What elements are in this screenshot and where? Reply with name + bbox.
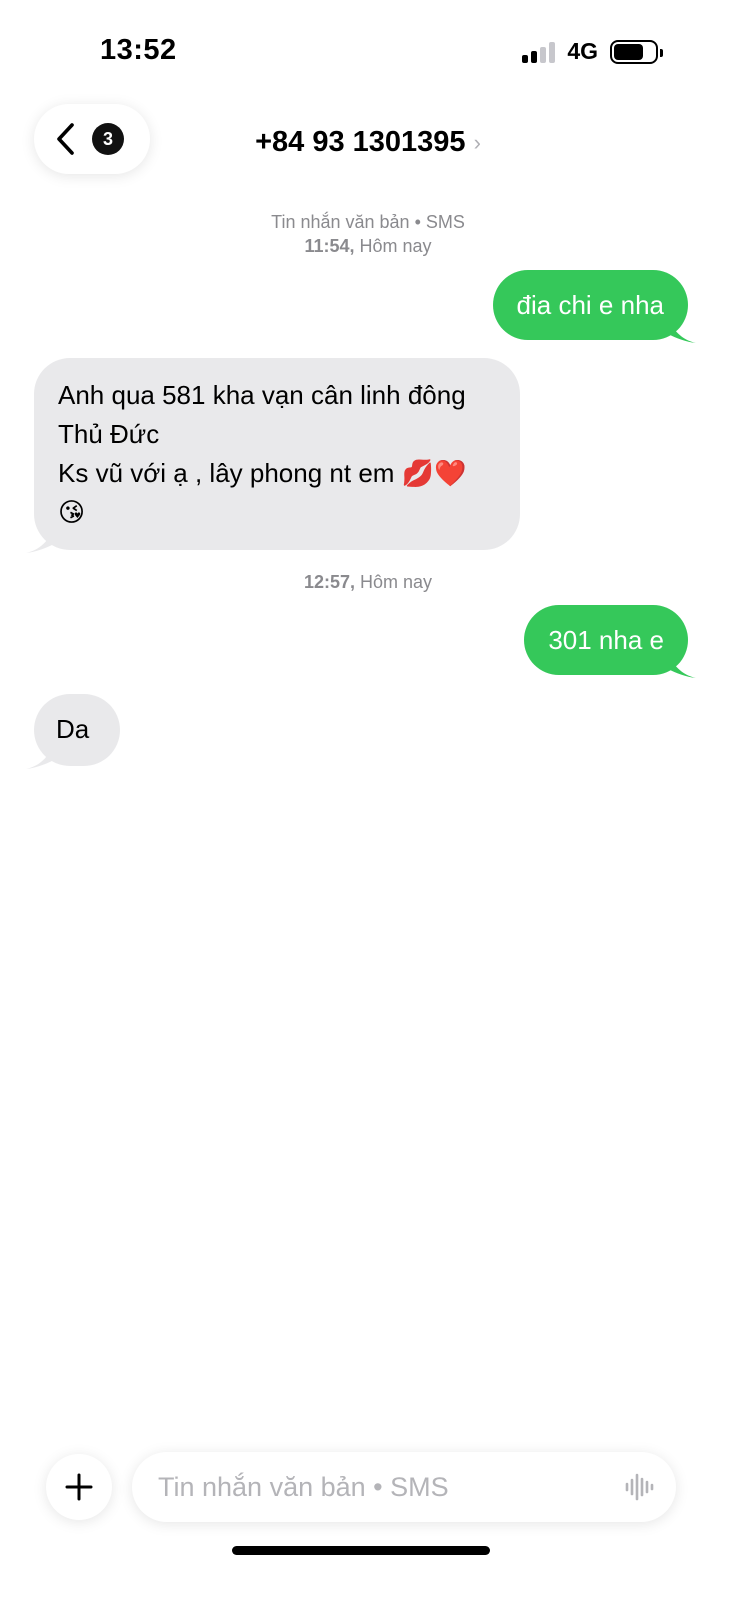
- plus-icon: [65, 1473, 93, 1501]
- bubble-tail: [26, 526, 54, 553]
- service-label: Tin nhắn văn bản • SMS: [271, 212, 465, 232]
- battery-icon: [610, 39, 663, 64]
- message-text: đia chi e nha: [516, 290, 664, 320]
- timestamp-day: Hôm nay: [359, 236, 432, 256]
- message-input[interactable]: [158, 1452, 598, 1522]
- bubble-tail: [668, 316, 696, 343]
- timestamp: 11:54, Hôm nay: [0, 234, 736, 258]
- message-bubble-received[interactable]: Anh qua 581 kha vạn cân linh đông Thủ Đứ…: [26, 358, 520, 553]
- status-indicators: 4G: [522, 38, 663, 65]
- timestamp: 12:57, Hôm nay: [0, 570, 736, 594]
- message-bubble-sent[interactable]: 301 nha e: [524, 605, 696, 678]
- message-text: 301 nha e: [548, 625, 664, 655]
- message-line: Anh qua 581 kha vạn cân linh đông: [58, 380, 466, 410]
- message-line: Thủ Đức: [58, 419, 160, 449]
- contact-name: +84 93 1301395: [255, 126, 466, 158]
- timestamp-time: 12:57,: [303, 572, 355, 592]
- timestamp-time: 11:54,: [304, 236, 355, 256]
- cellular-signal-icon: [522, 41, 556, 63]
- message-line: Ks vũ với ạ , lây phong nt em 💋❤️: [58, 458, 467, 488]
- status-time: 13:52: [100, 34, 177, 66]
- message-line: 😘: [58, 497, 86, 527]
- add-attachment-button[interactable]: [46, 1454, 112, 1520]
- home-indicator[interactable]: [232, 1546, 490, 1555]
- timestamp-day: Hôm nay: [360, 572, 433, 592]
- message-bubble-sent[interactable]: đia chi e nha: [492, 270, 696, 343]
- message-composer: [132, 1452, 676, 1522]
- message-text: Da: [56, 714, 90, 744]
- waveform-icon[interactable]: [624, 1473, 656, 1501]
- contact-header[interactable]: +84 93 1301395 ›: [0, 126, 736, 159]
- messages-screen: 13:52 4G 3 +84 93 1301395 › Tin nhắn văn…: [0, 0, 736, 1600]
- message-bubble-received[interactable]: Da: [26, 694, 120, 769]
- network-type: 4G: [567, 38, 598, 64]
- bubble-tail: [26, 742, 54, 769]
- bubble-tail: [668, 651, 696, 678]
- chevron-right-icon: ›: [473, 129, 481, 155]
